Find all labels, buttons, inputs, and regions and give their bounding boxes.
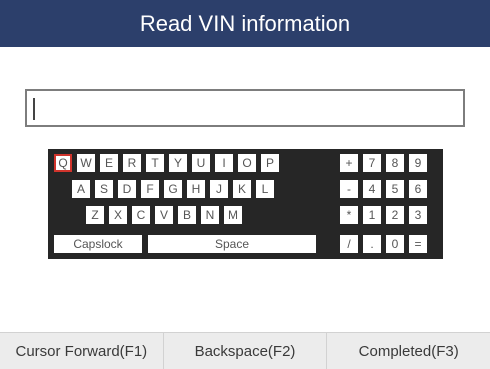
key-g[interactable]: G [164,180,182,198]
key-l[interactable]: L [256,180,274,198]
key-4[interactable]: 4 [363,180,381,198]
key-b[interactable]: B [178,206,196,224]
key-9[interactable]: 9 [409,154,427,172]
key-s[interactable]: S [95,180,113,198]
key-7[interactable]: 7 [363,154,381,172]
key-v[interactable]: V [155,206,173,224]
key-e[interactable]: E [100,154,118,172]
space-key[interactable]: Space [148,235,316,253]
key-dot[interactable]: . [363,235,381,253]
key-w[interactable]: W [77,154,95,172]
key-5[interactable]: 5 [386,180,404,198]
key-asterisk[interactable]: * [340,206,358,224]
key-8[interactable]: 8 [386,154,404,172]
page-title: Read VIN information [139,10,351,36]
key-0[interactable]: 0 [386,235,404,253]
key-r[interactable]: R [123,154,141,172]
vin-input-field[interactable] [25,89,465,127]
key-d[interactable]: D [118,180,136,198]
key-k[interactable]: K [233,180,251,198]
key-q[interactable]: Q [54,154,72,172]
key-p[interactable]: P [261,154,279,172]
key-c[interactable]: C [132,206,150,224]
key-u[interactable]: U [192,154,210,172]
text-cursor [33,98,35,120]
key-y[interactable]: Y [169,154,187,172]
key-3[interactable]: 3 [409,206,427,224]
key-6[interactable]: 6 [409,180,427,198]
key-a[interactable]: A [72,180,90,198]
key-j[interactable]: J [210,180,228,198]
key-equals[interactable]: = [409,235,427,253]
cursor-forward-button[interactable]: Cursor Forward(F1) [0,333,164,369]
key-2[interactable]: 2 [386,206,404,224]
key-m[interactable]: M [224,206,242,224]
key-z[interactable]: Z [86,206,104,224]
key-minus[interactable]: - [340,180,358,198]
key-o[interactable]: O [238,154,256,172]
key-x[interactable]: X [109,206,127,224]
key-plus[interactable]: + [340,154,358,172]
key-h[interactable]: H [187,180,205,198]
page-title-bar: Read VIN information [0,0,490,47]
key-f[interactable]: F [141,180,159,198]
completed-button[interactable]: Completed(F3) [327,333,490,369]
key-t[interactable]: T [146,154,164,172]
key-slash[interactable]: / [340,235,358,253]
function-key-bar: Cursor Forward(F1) Backspace(F2) Complet… [0,332,490,369]
key-1[interactable]: 1 [363,206,381,224]
key-i[interactable]: I [215,154,233,172]
backspace-button[interactable]: Backspace(F2) [164,333,328,369]
key-n[interactable]: N [201,206,219,224]
on-screen-keyboard: Q W E R T Y U I O P A S D F G H J K L Z … [48,149,443,259]
capslock-key[interactable]: Capslock [54,235,142,253]
